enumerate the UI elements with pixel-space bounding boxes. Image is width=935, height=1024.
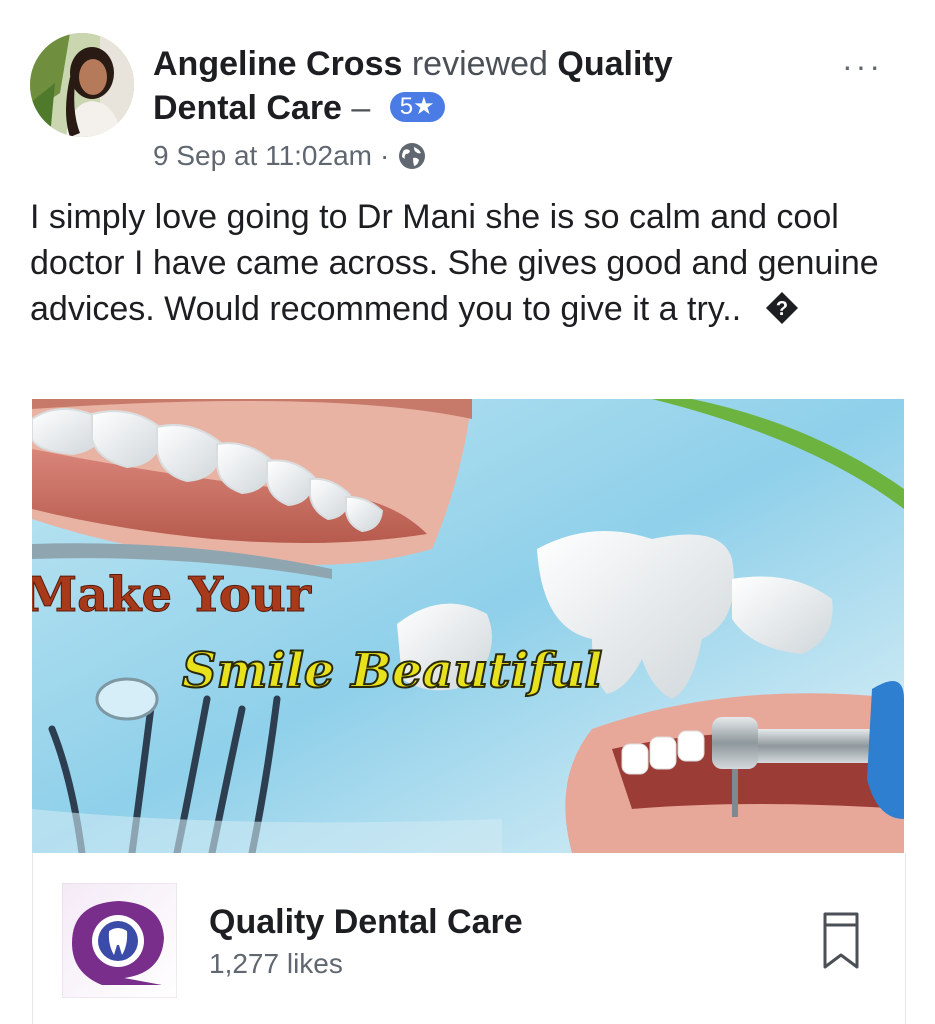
bookmark-icon[interactable] — [821, 911, 861, 971]
unknown-glyph-icon: ? — [765, 292, 798, 325]
header-separator: – — [351, 89, 371, 127]
globe-icon — [399, 143, 426, 169]
post-text: I simply love going to Dr Mani she is so… — [30, 194, 910, 332]
rating-badge: 5★ — [389, 92, 445, 123]
post-meta: 9 Sep at 11:02am · — [153, 140, 427, 172]
post-body: I simply love going to Dr Mani she is so… — [30, 198, 879, 328]
post-timestamp[interactable]: 9 Sep at 11:02am — [153, 140, 372, 172]
image-headline: Make Your — [32, 567, 312, 623]
review-action: reviewed — [411, 45, 548, 83]
image-tagline: Smile Beautiful — [182, 643, 602, 699]
post-header: Angeline Cross reviewed Quality Dental C… — [153, 42, 753, 130]
post-image[interactable]: Make Your Smile Beautiful — [32, 399, 904, 853]
page-card-likes: 1,277 likes — [209, 948, 343, 979]
svg-text:?: ? — [776, 298, 788, 320]
author-name[interactable]: Angeline Cross — [153, 45, 402, 83]
more-options-button[interactable]: ··· — [842, 48, 883, 85]
page-card-name[interactable]: Quality Dental Care — [209, 903, 523, 942]
page-logo[interactable] — [62, 883, 177, 998]
author-avatar[interactable] — [30, 33, 134, 137]
page-card[interactable]: Quality Dental Care 1,277 likes — [32, 853, 906, 1024]
meta-dot: · — [379, 140, 390, 171]
